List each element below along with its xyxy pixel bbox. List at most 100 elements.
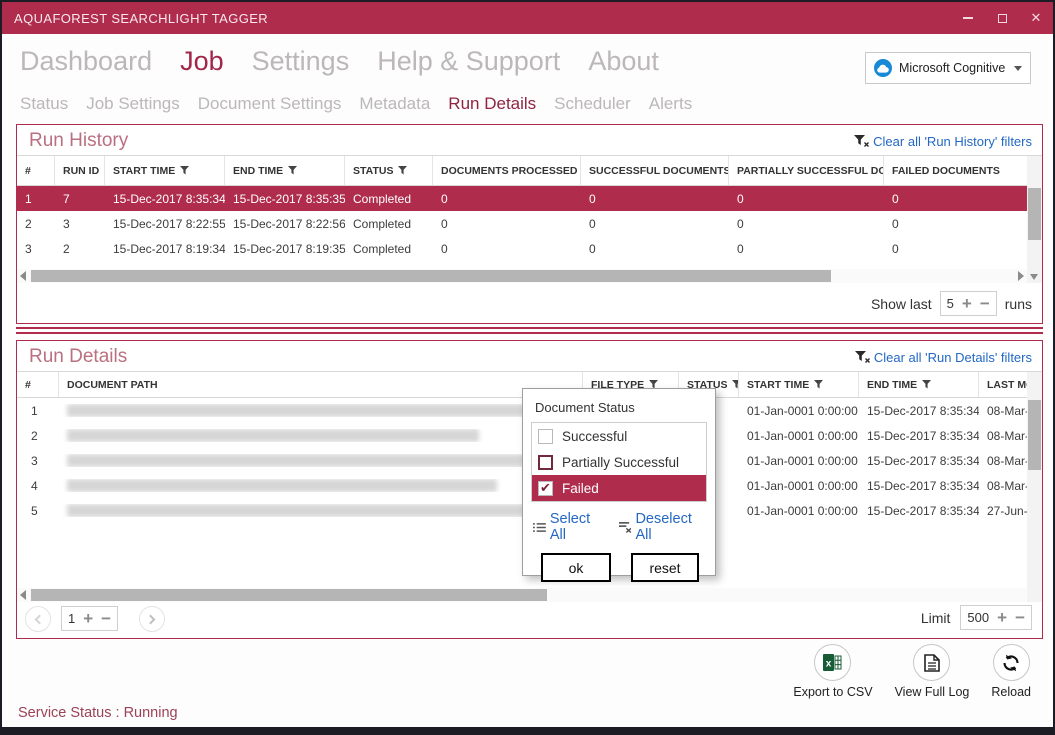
checkbox-checked[interactable]: ✔ [538, 481, 553, 496]
tab-alerts[interactable]: Alerts [649, 94, 692, 114]
increment-button[interactable]: + [997, 609, 1007, 626]
clear-run-details-filters-link[interactable]: Clear all 'Run Details' filters [855, 350, 1032, 365]
scroll-left-arrow[interactable] [20, 590, 26, 600]
nav-dashboard[interactable]: Dashboard [20, 46, 152, 77]
engine-dropdown[interactable]: Microsoft Cognitive [865, 52, 1031, 84]
show-last-label: Show last [871, 296, 932, 312]
cell-end: 15-Dec-2017 8:35:35 [225, 192, 345, 206]
select-all-link[interactable]: Select All [533, 511, 605, 543]
nav-about[interactable]: About [588, 46, 659, 77]
run-details-vscrollbar [1027, 372, 1042, 602]
run-history-vscrollbar [1027, 156, 1042, 283]
table-row[interactable]: 3 2 15-Dec-2017 8:19:34 15-Dec-2017 8:19… [17, 236, 1027, 261]
cell-start: 15-Dec-2017 8:35:34 [105, 192, 225, 206]
scroll-right-arrow[interactable] [1018, 271, 1024, 281]
increment-button[interactable]: + [962, 295, 972, 312]
deselect-all-link[interactable]: Deselect All [619, 511, 705, 543]
view-full-log-label: View Full Log [895, 685, 970, 699]
splitter-bar [16, 327, 1043, 329]
tab-job-settings[interactable]: Job Settings [86, 94, 180, 114]
cell-run-id: 7 [55, 192, 105, 206]
tab-document-settings[interactable]: Document Settings [198, 94, 342, 114]
maximize-icon [998, 14, 1007, 23]
cell-end: 15-Dec-2017 8:35:34 [859, 404, 979, 418]
tab-status[interactable]: Status [20, 94, 68, 114]
reload-button[interactable]: Reload [991, 644, 1031, 699]
cell-processed: 0 [433, 192, 581, 206]
chevron-down-icon [1014, 66, 1022, 71]
checkbox-unchecked[interactable] [538, 455, 553, 470]
col-header-status[interactable]: STATUS [345, 156, 433, 185]
clear-run-history-filters-link[interactable]: Clear all 'Run History' filters [854, 134, 1032, 149]
col-header-start-time[interactable]: START TIME [105, 156, 225, 185]
cell-end: 15-Dec-2017 8:19:35 [225, 242, 345, 256]
run-details-footer: 1 + − Limit 500 + − [17, 602, 1042, 637]
excel-icon: x [814, 644, 851, 681]
cell-num: 5 [17, 504, 59, 518]
cell-successful: 0 [581, 217, 729, 231]
filter-clear-icon [855, 351, 870, 363]
popup-links: Select All Deselect All [533, 511, 705, 543]
maximize-button[interactable] [985, 2, 1019, 34]
cell-last-modified: 27-Jun-2 [979, 504, 1027, 518]
cell-partial: 0 [729, 242, 884, 256]
reset-button[interactable]: reset [631, 553, 699, 582]
ok-button[interactable]: ok [541, 553, 611, 582]
select-all-label: Select All [550, 511, 605, 543]
col-header-run-id: RUN ID [55, 156, 105, 185]
next-page-button[interactable] [139, 606, 165, 632]
document-status-filter-popup: Document Status Successful Partially Suc… [522, 388, 716, 576]
col-header-start-time[interactable]: START TIME [739, 372, 859, 397]
col-header-last-modified[interactable]: LAST MODIFIED [979, 372, 1027, 397]
tab-metadata[interactable]: Metadata [359, 94, 430, 114]
page-spinner[interactable]: 1 + − [61, 606, 118, 631]
decrement-button[interactable]: − [101, 610, 111, 627]
decrement-button[interactable]: − [1015, 609, 1025, 626]
table-row[interactable]: 1 7 15-Dec-2017 8:35:34 15-Dec-2017 8:35… [17, 186, 1027, 211]
scrollbar-thumb[interactable] [31, 589, 547, 601]
limit-spinner[interactable]: 500 + − [960, 605, 1032, 630]
checkbox-unchecked[interactable] [538, 429, 553, 444]
cell-start: 01-Jan-0001 0:00:00 [739, 479, 859, 493]
cell-processed: 0 [433, 242, 581, 256]
nav-job[interactable]: Job [180, 46, 224, 77]
scrollbar-thumb[interactable] [31, 270, 831, 282]
select-all-icon [533, 522, 546, 533]
tab-run-details[interactable]: Run Details [448, 94, 536, 114]
table-row[interactable]: 4 1 15-Dec-2017 8:17:47 15-Dec-2017 8:19… [17, 261, 1027, 269]
run-details-hscrollbar [17, 588, 1027, 602]
cell-num: 3 [17, 454, 59, 468]
scroll-left-arrow[interactable] [20, 271, 26, 281]
cell-failed: 0 [884, 217, 1017, 231]
cell-document-path-redacted [59, 479, 583, 492]
deselect-all-icon [619, 521, 632, 533]
minimize-button[interactable] [951, 2, 985, 34]
tab-scheduler[interactable]: Scheduler [554, 94, 631, 114]
cell-document-path-redacted [59, 429, 583, 442]
option-partially-successful[interactable]: Partially Successful [532, 449, 706, 475]
increment-button[interactable]: + [83, 610, 93, 627]
view-full-log-button[interactable]: View Full Log [895, 644, 970, 699]
show-last-spinner[interactable]: 5 + − [940, 291, 997, 316]
previous-page-button[interactable] [25, 606, 51, 632]
nav-help-support[interactable]: Help & Support [377, 46, 560, 77]
scrollbar-thumb[interactable] [1028, 188, 1041, 240]
close-button[interactable]: ✕ [1019, 2, 1053, 34]
run-history-header-row: # RUN ID START TIME END TIME STATUS DOCU… [17, 156, 1042, 186]
col-header-partially-successful-documents: PARTIALLY SUCCESSFUL DOCUMENTS [729, 156, 884, 185]
panel-splitter[interactable] [16, 327, 1043, 335]
scroll-down-arrow[interactable] [1030, 274, 1038, 280]
option-failed[interactable]: ✔ Failed [532, 475, 706, 501]
cell-status: Completed [345, 242, 433, 256]
col-header-end-time[interactable]: END TIME [859, 372, 979, 397]
col-header-end-time[interactable]: END TIME [225, 156, 345, 185]
cell-successful: 0 [581, 242, 729, 256]
option-label: Successful [562, 429, 627, 444]
export-to-csv-button[interactable]: x Export to CSV [793, 644, 872, 699]
scrollbar-thumb[interactable] [1028, 400, 1041, 470]
cell-start: 15-Dec-2017 8:19:34 [105, 242, 225, 256]
option-successful[interactable]: Successful [532, 423, 706, 449]
nav-settings[interactable]: Settings [252, 46, 350, 77]
table-row[interactable]: 2 3 15-Dec-2017 8:22:55 15-Dec-2017 8:22… [17, 211, 1027, 236]
decrement-button[interactable]: − [980, 295, 990, 312]
